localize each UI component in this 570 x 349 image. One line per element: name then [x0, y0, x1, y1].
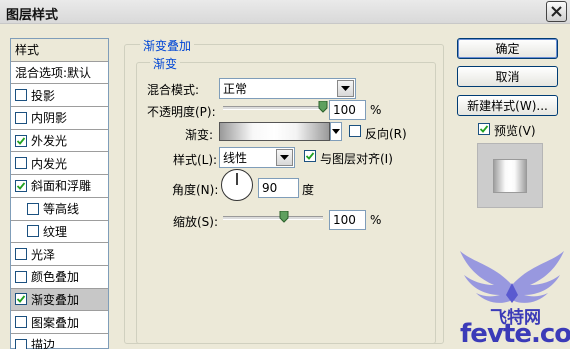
- angle-dial[interactable]: [221, 169, 253, 201]
- blend-mode-select[interactable]: 正常: [219, 78, 356, 99]
- style-list-label: 等高线: [43, 202, 80, 217]
- style-value: 线性: [223, 151, 248, 165]
- scale-slider[interactable]: [223, 216, 323, 220]
- style-list-item[interactable]: 斜面和浮雕: [11, 175, 108, 198]
- style-list-header: 样式: [11, 39, 108, 62]
- style-preview: [477, 143, 543, 208]
- scale-input[interactable]: 100: [329, 210, 366, 230]
- style-list-item[interactable]: 纹理: [11, 221, 108, 244]
- opacity-unit: %: [370, 103, 382, 117]
- style-list-checkbox[interactable]: [15, 89, 27, 102]
- style-list-label: 斜面和浮雕: [31, 179, 92, 194]
- preview-label: 预览(V): [494, 124, 536, 138]
- style-list: 样式 混合选项:默认投影内阴影外发光内发光斜面和浮雕等高线纹理光泽颜色叠加渐变叠…: [10, 38, 109, 349]
- opacity-label: 不透明度(P):: [147, 105, 216, 119]
- reverse-label: 反向(R): [365, 127, 407, 141]
- style-list-label: 混合选项:默认: [15, 66, 92, 81]
- style-list-checkbox[interactable]: [15, 293, 27, 306]
- style-list-checkbox[interactable]: [27, 202, 39, 215]
- scale-unit: %: [370, 213, 382, 227]
- style-list-label: 光泽: [31, 247, 56, 262]
- style-list-item[interactable]: 颜色叠加: [11, 266, 108, 289]
- opacity-slider[interactable]: [223, 106, 323, 110]
- watermark-text-url: fevte.com: [460, 319, 570, 349]
- style-list-item[interactable]: 内发光: [11, 152, 108, 176]
- scale-label: 缩放(S):: [173, 215, 219, 229]
- style-list-label: 图案叠加: [31, 315, 80, 330]
- gradient-legend: 渐变: [150, 55, 181, 72]
- cancel-button[interactable]: 取消: [457, 66, 558, 87]
- style-preview-swatch: [493, 158, 527, 193]
- style-list-label: 渐变叠加: [31, 292, 80, 307]
- style-list-item[interactable]: 图案叠加: [11, 311, 108, 334]
- align-with-layer-label: 与图层对齐(I): [320, 152, 393, 166]
- gradient-overlay-legend: 渐变叠加: [140, 37, 195, 54]
- chevron-down-icon: [337, 80, 354, 97]
- style-list-item[interactable]: 外发光: [11, 130, 108, 153]
- style-list-item[interactable]: 内阴影: [11, 107, 108, 130]
- opacity-value: 100: [333, 103, 356, 117]
- style-list-item[interactable]: 描边: [11, 334, 108, 349]
- style-list-label: 纹理: [43, 224, 68, 239]
- style-list-item[interactable]: 混合选项:默认: [11, 62, 108, 85]
- fevte-watermark-logo: 飞特网 fevte.com: [454, 245, 570, 349]
- style-list-item[interactable]: 渐变叠加: [11, 288, 108, 312]
- style-list-checkbox[interactable]: [15, 157, 27, 170]
- style-list-item[interactable]: 等高线: [11, 198, 108, 221]
- style-list-label: 外发光: [31, 134, 68, 149]
- align-with-layer-checkbox[interactable]: [304, 150, 316, 162]
- style-list-checkbox[interactable]: [15, 111, 27, 124]
- style-list-checkbox[interactable]: [27, 225, 39, 238]
- close-icon: [551, 6, 562, 17]
- style-select[interactable]: 线性: [219, 147, 295, 168]
- ok-button[interactable]: 确定: [457, 38, 558, 59]
- title-bar[interactable]: 图层样式: [0, 0, 570, 24]
- opacity-slider-thumb[interactable]: [318, 100, 328, 113]
- style-list-checkbox[interactable]: [15, 179, 27, 192]
- scale-value: 100: [333, 213, 356, 227]
- style-list-label: 内发光: [31, 156, 68, 171]
- gradient-label: 渐变:: [185, 128, 214, 142]
- new-style-button[interactable]: 新建样式(W)...: [457, 95, 558, 116]
- angle-unit: 度: [302, 183, 315, 197]
- style-list-item[interactable]: 投影: [11, 84, 108, 108]
- angle-input[interactable]: 90: [258, 178, 299, 198]
- gradient-picker-toggle[interactable]: [330, 122, 342, 141]
- gradient-swatch[interactable]: [219, 122, 330, 141]
- blend-mode-value: 正常: [223, 82, 248, 96]
- style-list-checkbox[interactable]: [15, 338, 27, 349]
- style-list-label: 描边: [31, 338, 56, 349]
- scale-slider-thumb[interactable]: [279, 210, 289, 223]
- style-list-checkbox[interactable]: [15, 316, 27, 329]
- preview-checkbox[interactable]: [478, 123, 490, 135]
- close-button[interactable]: [546, 1, 567, 22]
- angle-value: 90: [262, 181, 278, 195]
- angle-label: 角度(N):: [172, 183, 219, 197]
- style-list-checkbox[interactable]: [15, 270, 27, 283]
- style-label: 样式(L):: [173, 153, 218, 167]
- style-list-checkbox[interactable]: [15, 134, 27, 147]
- window-title: 图层样式: [6, 8, 59, 23]
- style-list-checkbox[interactable]: [15, 248, 27, 261]
- angle-dial-needle: [236, 173, 238, 185]
- chevron-down-icon: [276, 149, 293, 166]
- blend-mode-label: 混合模式:: [147, 83, 200, 97]
- opacity-input[interactable]: 100: [329, 100, 366, 120]
- chevron-down-icon: [332, 129, 340, 134]
- style-list-item[interactable]: 光泽: [11, 243, 108, 266]
- reverse-checkbox[interactable]: [349, 125, 361, 137]
- style-list-label: 内阴影: [31, 111, 68, 126]
- style-list-label: 投影: [31, 88, 56, 103]
- style-list-label: 颜色叠加: [31, 270, 80, 285]
